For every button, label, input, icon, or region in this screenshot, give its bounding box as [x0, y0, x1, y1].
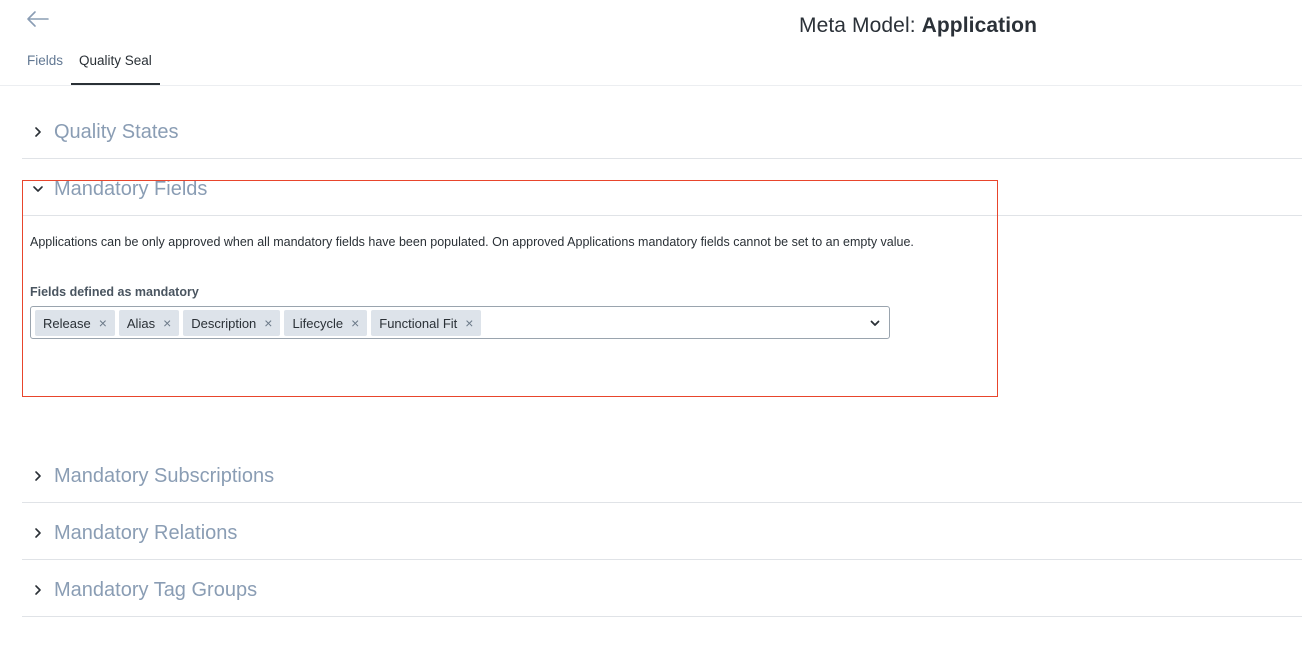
section-title: Mandatory Tag Groups	[54, 579, 258, 601]
section-quality-states: Quality States	[22, 102, 1302, 159]
tab-bar: Fields Quality Seal	[19, 48, 160, 86]
section-mandatory-tag-groups-header[interactable]: Mandatory Tag Groups	[22, 560, 1302, 617]
section-mandatory-fields: Mandatory Fields	[22, 159, 1302, 216]
chip-label: Release	[43, 315, 91, 331]
page-title: Meta Model: Application	[799, 14, 1037, 38]
chip-label: Description	[191, 315, 257, 331]
chip-functional-fit: Functional Fit ×	[371, 310, 482, 336]
section-mandatory-fields-header[interactable]: Mandatory Fields	[22, 159, 1302, 216]
chevron-right-icon	[32, 527, 44, 539]
mandatory-fields-select[interactable]: Release × Alias × Description × Lifecycl…	[30, 306, 890, 339]
remove-icon[interactable]: ×	[264, 316, 272, 330]
section-mandatory-tag-groups: Mandatory Tag Groups	[22, 560, 1302, 617]
section-title: Mandatory Relations	[54, 522, 238, 544]
section-mandatory-relations-header[interactable]: Mandatory Relations	[22, 503, 1302, 560]
chip-label: Functional Fit	[379, 315, 458, 331]
section-title: Mandatory Subscriptions	[54, 465, 275, 487]
section-mandatory-relations: Mandatory Relations	[22, 503, 1302, 560]
mandatory-fields-description: Applications can be only approved when a…	[30, 235, 914, 249]
tab-quality-seal[interactable]: Quality Seal	[71, 48, 160, 85]
chevron-down-icon[interactable]	[869, 317, 881, 329]
section-mandatory-subscriptions-header[interactable]: Mandatory Subscriptions	[22, 446, 1302, 503]
chip-description: Description ×	[183, 310, 281, 336]
page-title-entity: Application	[921, 14, 1038, 37]
chevron-down-icon	[32, 183, 44, 195]
page-title-prefix: Meta Model:	[799, 14, 922, 37]
mandatory-fields-body: Applications can be only approved when a…	[30, 235, 1000, 249]
chevron-right-icon	[32, 584, 44, 596]
section-mandatory-subscriptions: Mandatory Subscriptions	[22, 446, 1302, 503]
tab-fields[interactable]: Fields	[19, 48, 71, 85]
chip-alias: Alias ×	[118, 310, 180, 336]
chip-label: Lifecycle	[292, 315, 344, 331]
selected-chips: Release × Alias × Description × Lifecycl…	[35, 310, 482, 336]
remove-icon[interactable]: ×	[465, 316, 473, 330]
remove-icon[interactable]: ×	[351, 316, 359, 330]
section-title: Mandatory Fields	[54, 178, 208, 200]
remove-icon[interactable]: ×	[163, 316, 171, 330]
section-title: Quality States	[54, 121, 179, 143]
section-quality-states-header[interactable]: Quality States	[22, 102, 1302, 159]
mandatory-fields-label: Fields defined as mandatory	[30, 285, 199, 299]
back-arrow-icon[interactable]	[26, 8, 50, 30]
chip-label: Alias	[126, 315, 156, 331]
tab-bar-divider	[0, 85, 1302, 86]
chevron-right-icon	[32, 126, 44, 138]
chip-lifecycle: Lifecycle ×	[284, 310, 368, 336]
chip-release: Release ×	[35, 310, 115, 336]
chevron-right-icon	[32, 470, 44, 482]
remove-icon[interactable]: ×	[99, 316, 107, 330]
